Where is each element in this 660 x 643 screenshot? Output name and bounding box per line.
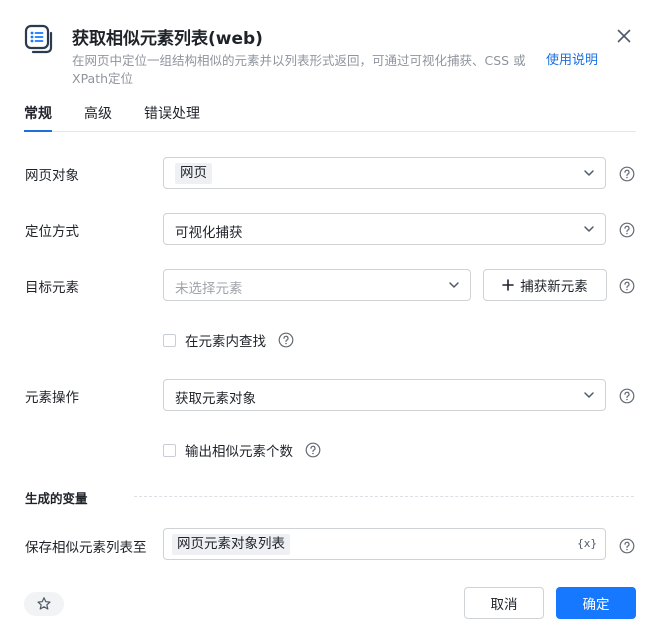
plus-icon: [502, 279, 515, 291]
tab-general[interactable]: 常规: [24, 104, 52, 132]
capture-new-element-label: 捕获新元素: [520, 279, 588, 295]
tab-bar: 常规 高级 错误处理: [24, 104, 636, 132]
locate-method-select[interactable]: 可视化捕获: [163, 213, 606, 245]
output-count-label: 输出相似元素个数: [185, 444, 293, 460]
help-circle-icon[interactable]: [619, 166, 635, 182]
help-circle-icon[interactable]: [619, 538, 635, 554]
favorite-button[interactable]: [24, 592, 64, 616]
element-action-label: 元素操作: [25, 390, 79, 406]
dialog: 获取相似元素列表(web) 在网页中定位一组结构相似的元素并以列表形式返回，可通…: [0, 0, 660, 643]
save-to-variable-field[interactable]: 网页元素对象列表 {x}: [163, 528, 606, 560]
help-circle-icon[interactable]: [619, 278, 635, 294]
star-icon: [37, 597, 51, 610]
dialog-description: 在网页中定位一组结构相似的元素并以列表形式返回，可通过可视化捕获、CSS 或 X…: [72, 53, 526, 86]
target-element-placeholder: 未选择元素: [175, 281, 243, 297]
element-action-value: 获取元素对象: [175, 391, 256, 407]
locate-method-value: 可视化捕获: [175, 225, 243, 241]
tab-advanced[interactable]: 高级: [84, 104, 112, 131]
output-count-row: 输出相似元素个数: [163, 440, 321, 460]
close-icon[interactable]: [614, 26, 634, 46]
generated-vars-title: 生成的变量: [25, 491, 88, 506]
chevron-down-icon: [449, 282, 459, 288]
target-element-label: 目标元素: [25, 280, 79, 296]
element-action-select[interactable]: 获取元素对象: [163, 379, 606, 411]
save-to-label: 保存相似元素列表至: [25, 540, 147, 556]
save-to-variable-value: 网页元素对象列表: [172, 534, 290, 555]
capture-new-element-button[interactable]: 捕获新元素: [483, 269, 607, 301]
search-within-row: 在元素内查找: [163, 330, 294, 350]
web-object-label: 网页对象: [25, 168, 79, 184]
help-circle-icon[interactable]: [619, 388, 635, 404]
help-circle-icon[interactable]: [619, 222, 635, 238]
search-within-checkbox[interactable]: [163, 333, 176, 347]
output-count-checkbox[interactable]: [163, 443, 176, 457]
target-element-select[interactable]: 未选择元素: [163, 269, 471, 301]
locate-method-label: 定位方式: [25, 224, 79, 240]
help-circle-icon[interactable]: [278, 332, 294, 348]
tab-error-handling[interactable]: 错误处理: [144, 104, 200, 131]
dialog-title: 获取相似元素列表(web): [72, 29, 263, 49]
chevron-down-icon: [584, 392, 594, 398]
help-circle-icon[interactable]: [305, 442, 321, 458]
chevron-down-icon: [584, 170, 594, 176]
confirm-button[interactable]: 确定: [556, 587, 636, 619]
list-document-icon: [24, 24, 53, 54]
variable-insert-icon[interactable]: {x}: [577, 537, 597, 550]
cancel-button[interactable]: 取消: [464, 587, 544, 619]
help-link[interactable]: 使用说明: [546, 52, 598, 70]
chevron-down-icon: [584, 226, 594, 232]
web-object-value: 网页: [175, 163, 212, 184]
search-within-label: 在元素内查找: [185, 334, 266, 350]
section-divider: [134, 496, 634, 497]
web-object-select[interactable]: 网页: [163, 157, 606, 189]
